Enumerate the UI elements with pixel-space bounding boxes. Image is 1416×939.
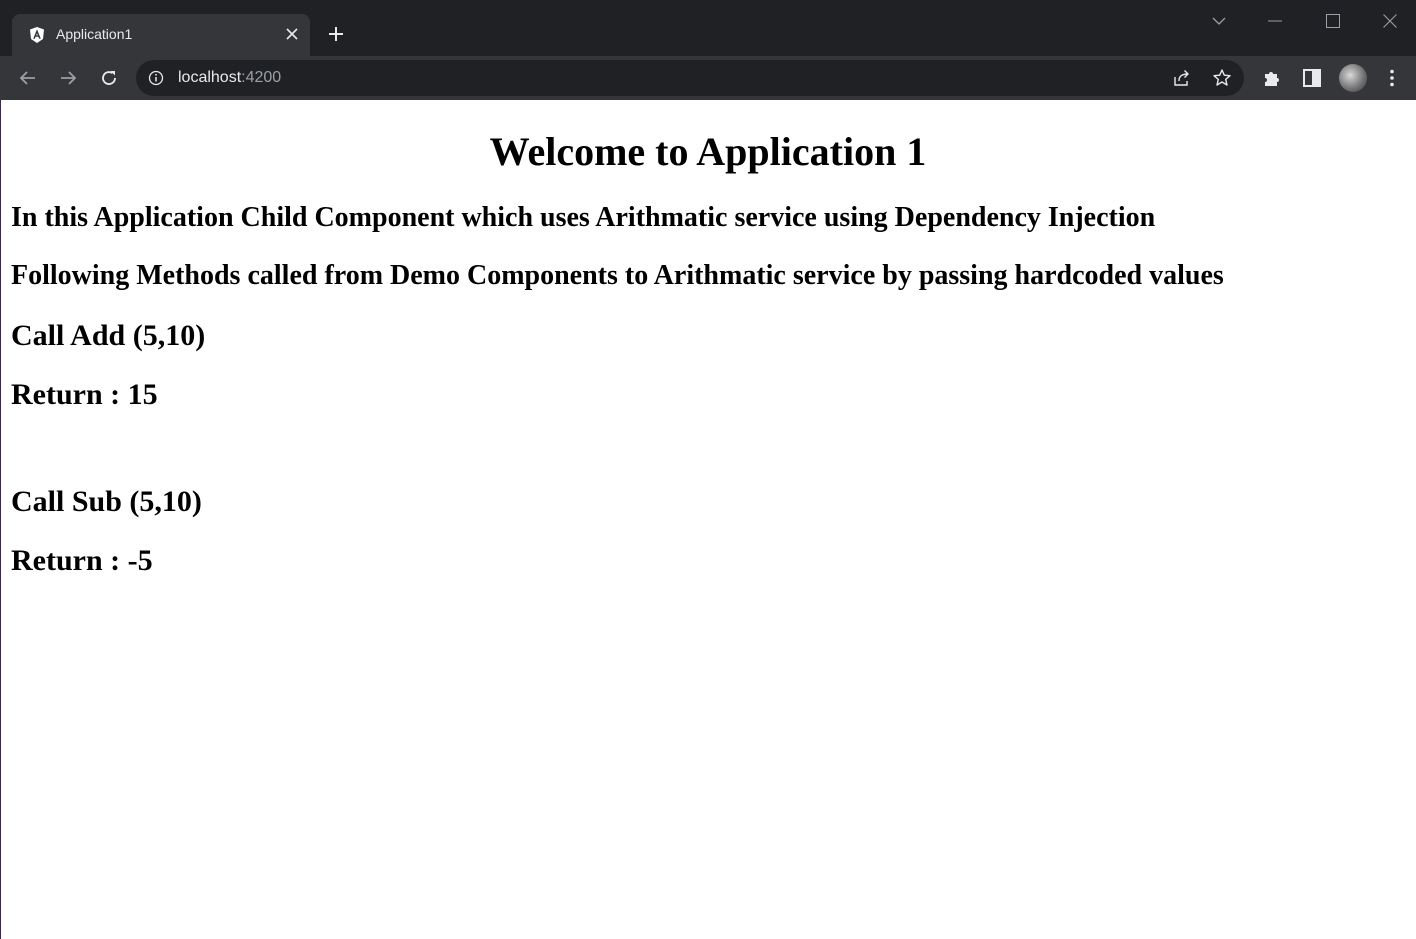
share-icon[interactable] (1172, 68, 1192, 88)
minimize-button[interactable] (1261, 8, 1289, 34)
close-icon (1383, 14, 1397, 28)
angular-logo-icon (28, 26, 46, 44)
side-panel-icon[interactable] (1300, 66, 1324, 90)
browser-tab[interactable]: Application1 (12, 14, 310, 56)
forward-button[interactable] (55, 65, 81, 91)
tab-search-button[interactable] (1205, 8, 1233, 34)
browser-title-bar: Application1 (0, 0, 1416, 56)
chevron-down-icon (1212, 17, 1226, 25)
address-bar[interactable]: localhost:4200 (136, 60, 1244, 96)
page-content: Welcome to Application 1 In this Applica… (0, 100, 1416, 939)
maximize-button[interactable] (1319, 8, 1347, 34)
close-window-button[interactable] (1376, 8, 1404, 34)
close-tab-icon[interactable] (284, 26, 300, 42)
url-port: :4200 (241, 69, 282, 86)
profile-avatar[interactable] (1339, 64, 1367, 92)
minimize-icon (1268, 20, 1282, 22)
forward-arrow-icon (61, 71, 77, 85)
sub-call-text: Call Sub (5,10) (11, 485, 202, 518)
description-text: Following Methods called from Demo Compo… (11, 260, 1224, 291)
page-title: Welcome to Application 1 (489, 129, 927, 174)
reload-button[interactable] (96, 65, 122, 91)
url-text[interactable]: localhost:4200 (178, 69, 281, 87)
new-tab-button[interactable] (324, 22, 348, 46)
info-icon[interactable] (148, 70, 164, 86)
add-call-text: Call Add (5,10) (11, 319, 206, 352)
sub-result-text: Return : -5 (11, 544, 153, 577)
bookmark-star-icon[interactable] (1212, 68, 1232, 88)
url-host: localhost (178, 69, 242, 86)
tab-title: Application1 (56, 26, 133, 42)
reload-icon (102, 71, 116, 85)
maximize-icon (1326, 14, 1340, 28)
add-result-text: Return : 15 (11, 378, 158, 411)
plus-icon (329, 27, 343, 41)
back-arrow-icon (19, 71, 35, 85)
intro-text: In this Application Child Component whic… (11, 202, 1156, 233)
back-button[interactable] (15, 65, 41, 91)
browser-toolbar: localhost:4200 (0, 56, 1416, 100)
extensions-puzzle-icon[interactable] (1260, 66, 1284, 90)
more-menu-icon[interactable] (1380, 66, 1404, 90)
